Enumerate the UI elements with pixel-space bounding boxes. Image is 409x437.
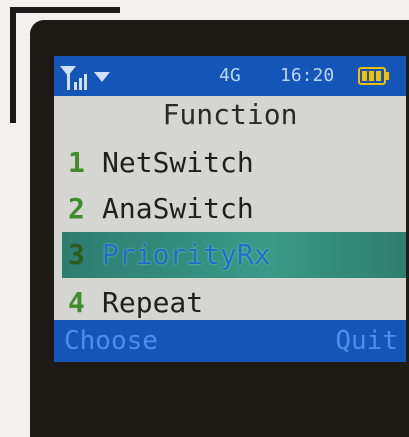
battery-icon xyxy=(358,67,389,85)
menu-item-netswitch[interactable]: 1 NetSwitch xyxy=(54,140,406,186)
network-type-label: 4G xyxy=(219,65,241,86)
menu-item-priorityrx[interactable]: 3 PriorityRx xyxy=(62,232,406,278)
menu-item-number: 3 xyxy=(68,238,85,271)
photo-frame-edge xyxy=(10,7,120,13)
menu-item-label: AnaSwitch xyxy=(102,192,254,225)
quit-softkey[interactable]: Quit xyxy=(335,326,398,356)
photo-frame-edge xyxy=(10,7,16,123)
device-screen: 4G 16:20 Function 1 NetSwitch 2 AnaSwitch … xyxy=(54,56,406,362)
signal-strength-icon xyxy=(60,66,110,90)
menu-item-label: PriorityRx xyxy=(102,238,271,271)
menu-item-label: Repeat xyxy=(102,286,204,319)
clock: 16:20 xyxy=(280,65,335,86)
menu-item-anaswitch[interactable]: 2 AnaSwitch xyxy=(54,186,406,232)
menu-item-number: 1 xyxy=(68,146,85,179)
menu-title: Function xyxy=(162,98,298,131)
softkey-bar: Choose Quit xyxy=(54,320,406,362)
choose-softkey[interactable]: Choose xyxy=(64,326,158,356)
menu-item-label: NetSwitch xyxy=(102,146,254,179)
menu-item-number: 2 xyxy=(68,192,85,225)
status-bar: 4G 16:20 xyxy=(54,56,406,96)
